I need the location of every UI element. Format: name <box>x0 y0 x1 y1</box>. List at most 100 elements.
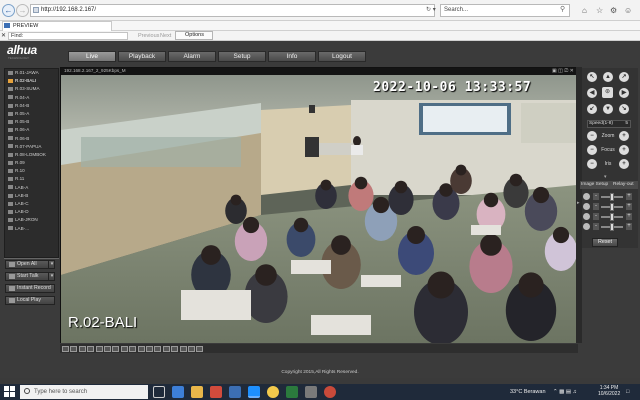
channel-item[interactable]: R.08-LOMBOK <box>5 151 58 159</box>
expand-arrow-icon[interactable]: ▾ <box>604 174 607 180</box>
iris-minus-button[interactable]: − <box>587 159 597 169</box>
ptz-down-right-button[interactable]: ↘ <box>619 104 629 114</box>
channel-item[interactable]: R.06-B <box>5 135 58 143</box>
hue-decrease[interactable]: - <box>593 223 599 230</box>
refresh-icon[interactable]: ↻ ▾ <box>426 6 436 13</box>
channel-item[interactable]: LAB-C <box>5 200 58 208</box>
brightness-decrease[interactable]: - <box>593 193 599 200</box>
channel-item[interactable]: LAB-A <box>5 184 58 192</box>
slider-knob[interactable] <box>610 213 614 221</box>
contrast-decrease[interactable]: - <box>593 203 599 210</box>
split-4-icon[interactable] <box>70 346 78 352</box>
ptz-center-button[interactable]: ⊛ <box>602 87 613 98</box>
forward-button[interactable]: → <box>16 4 29 17</box>
smiley-icon[interactable]: ☺ <box>624 6 632 15</box>
ptz-right-button[interactable]: ▶ <box>619 88 629 98</box>
fullscreen-icon[interactable] <box>95 346 103 352</box>
clock[interactable]: 1:34 PM 10/6/2022 <box>598 385 620 397</box>
nav-setup[interactable]: Setup <box>218 51 266 62</box>
slider-knob[interactable] <box>610 193 614 201</box>
layout-icon[interactable] <box>104 346 111 352</box>
ptz-up-left-button[interactable]: ↖ <box>587 72 597 82</box>
iris-plus-button[interactable]: + <box>619 159 629 169</box>
nav-alarm[interactable]: Alarm <box>168 51 216 62</box>
slider-knob[interactable] <box>610 223 614 231</box>
search-icon[interactable]: ⚲ <box>560 5 565 13</box>
find-previous-button[interactable]: Previous <box>138 32 159 40</box>
tab-relay-out[interactable]: Relay-out <box>613 181 634 189</box>
channel-item[interactable]: R.03-SUMA <box>5 85 58 93</box>
nav-logout[interactable]: Logout <box>318 51 366 62</box>
open-all-dropdown[interactable]: ▾ <box>48 260 55 269</box>
find-input[interactable]: Find: <box>8 32 128 40</box>
ratio-icon[interactable] <box>120 346 128 352</box>
contrast-slider[interactable]: - + <box>583 203 635 211</box>
channel-item[interactable]: R.05-A <box>5 110 58 118</box>
stream-icon[interactable] <box>162 346 170 352</box>
ptz-down-button[interactable]: ▼ <box>603 104 613 114</box>
layout-6-icon[interactable] <box>179 346 187 352</box>
focus-minus-button[interactable]: − <box>587 145 597 155</box>
tab-image-setup[interactable]: Image Setup <box>580 182 608 187</box>
channel-item[interactable]: LAB-JRON <box>5 216 58 224</box>
display-icon[interactable] <box>171 346 179 352</box>
layout-12-icon[interactable] <box>196 346 204 352</box>
channel-item[interactable]: R.04-A <box>5 94 58 102</box>
store-icon[interactable] <box>229 386 241 398</box>
reset-button[interactable]: Reset <box>592 238 618 247</box>
close-find-icon[interactable]: ✕ <box>1 32 6 39</box>
media-player-icon[interactable] <box>324 386 336 398</box>
ptz-up-button[interactable]: ▲ <box>603 72 613 82</box>
channel-item[interactable]: LAB-B <box>5 192 58 200</box>
tray-icons[interactable]: ⌃ ▩ ▤ ♫ <box>553 384 577 400</box>
split-16-icon[interactable] <box>87 346 95 352</box>
excel-icon[interactable] <box>286 386 298 398</box>
file-explorer-icon[interactable] <box>191 386 203 398</box>
audio-icon[interactable] <box>154 346 162 352</box>
focus-plus-button[interactable]: + <box>619 145 629 155</box>
zoom-out-button[interactable]: − <box>587 131 597 141</box>
ptz-left-button[interactable]: ◀ <box>587 88 597 98</box>
hue-increase[interactable]: + <box>626 223 632 230</box>
channel-item[interactable]: R.06-A <box>5 126 58 134</box>
zoom-icon[interactable] <box>146 346 153 352</box>
window-icon[interactable] <box>112 346 120 352</box>
nav-live[interactable]: Live <box>68 51 116 62</box>
windows-start-icon[interactable] <box>4 386 16 398</box>
slider-knob[interactable] <box>610 203 614 211</box>
gear-icon[interactable]: ⚙ <box>610 6 617 15</box>
find-next-button[interactable]: Next <box>160 32 171 40</box>
channel-item[interactable]: LAB-D <box>5 208 58 216</box>
channel-item[interactable]: R.09 <box>5 159 58 167</box>
edge-icon[interactable] <box>172 386 184 398</box>
mail-icon[interactable] <box>210 386 222 398</box>
channel-item[interactable]: R.10 <box>5 167 58 175</box>
back-button[interactable]: ← <box>2 4 15 17</box>
video-window-tools[interactable]: ▣ ◫ ⎚ ✕ <box>552 67 574 75</box>
record-icon[interactable] <box>137 346 145 352</box>
browser-search-input[interactable]: Search... <box>440 4 570 17</box>
saturation-decrease[interactable]: - <box>593 213 599 220</box>
channel-item[interactable]: R.05-B <box>5 118 58 126</box>
nav-playback[interactable]: Playback <box>118 51 166 62</box>
channel-item[interactable]: LAB-... <box>5 225 58 233</box>
task-view-icon[interactable] <box>153 386 165 398</box>
collapse-arrow-icon[interactable]: ▸ <box>577 200 580 206</box>
taskbar-search-input[interactable]: Type here to search <box>20 385 148 399</box>
hue-slider[interactable]: - + <box>583 223 635 231</box>
channel-item[interactable]: R.01-JAWA <box>5 69 58 77</box>
split-1-icon[interactable] <box>62 346 69 352</box>
local-play-button[interactable]: Local Play <box>5 296 55 305</box>
ptz-speed-select[interactable]: Speed(1-8) 5 <box>587 120 631 128</box>
find-options-button[interactable]: Options <box>175 31 213 40</box>
snapshot-icon[interactable] <box>129 346 137 352</box>
home-icon[interactable]: ⌂ <box>582 6 587 15</box>
channel-item[interactable]: R.02-BALI <box>5 77 58 85</box>
channel-item[interactable]: R.11 <box>5 175 58 183</box>
brightness-slider[interactable]: - + <box>583 193 635 201</box>
weather-widget[interactable]: 33°C Berawan <box>510 384 546 400</box>
nav-info[interactable]: Info <box>268 51 316 62</box>
ptz-up-right-button[interactable]: ↗ <box>619 72 629 82</box>
channel-item[interactable]: R.04-B <box>5 102 58 110</box>
chrome-icon[interactable] <box>267 386 279 398</box>
